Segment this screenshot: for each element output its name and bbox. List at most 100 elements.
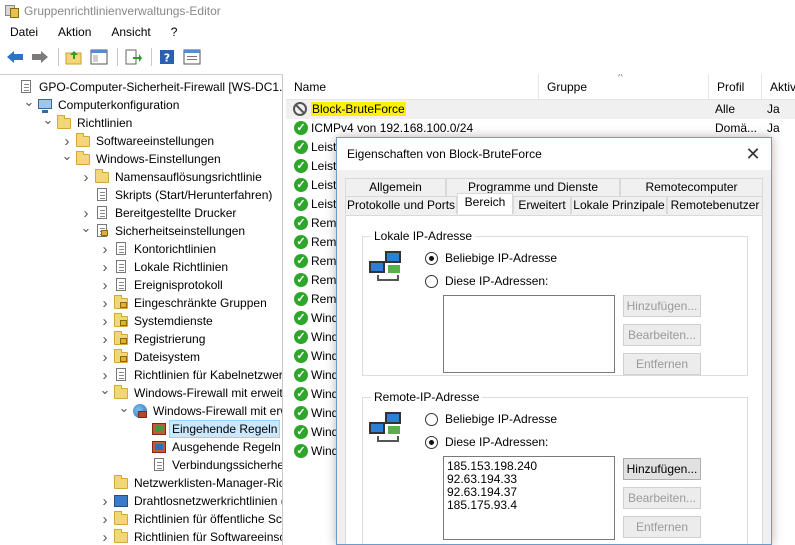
- chevron-right-icon[interactable]: ›: [99, 258, 111, 276]
- chevron-right-icon[interactable]: ›: [99, 276, 111, 294]
- chevron-right-icon[interactable]: ›: [99, 330, 111, 348]
- tree-node[interactable]: › Drahtlosnetzwerkrichtlinien (IE: [99, 492, 283, 510]
- tree-node[interactable]: ⌄ Sicherheitseinstellungen: [80, 219, 247, 240]
- tree-node[interactable]: › Lokale Richtlinien: [99, 258, 230, 276]
- chevron-right-icon[interactable]: ›: [99, 510, 111, 528]
- remote-ip-title: Remote-IP-Adresse: [371, 390, 483, 404]
- tree-node[interactable]: › Richtlinien für öffentliche Schl: [99, 510, 283, 528]
- local-ip-listbox[interactable]: [443, 295, 615, 373]
- chevron-right-icon[interactable]: ›: [99, 240, 111, 258]
- title-bar: Gruppenrichtlinienverwaltungs-Editor: [0, 0, 795, 22]
- show-tree-button[interactable]: [88, 46, 110, 68]
- chevron-right-icon[interactable]: ›: [80, 168, 92, 186]
- tab-erweitert[interactable]: Erweitert: [513, 196, 571, 214]
- radio-button[interactable]: [425, 435, 438, 449]
- local-edit-button[interactable]: Bearbeiten...: [623, 324, 701, 346]
- rule-name-text: Wind: [311, 368, 339, 382]
- tree-node[interactable]: ⌄ Windows-Einstellungen: [61, 147, 223, 168]
- menu-ansicht[interactable]: Ansicht: [101, 22, 160, 42]
- tree-node[interactable]: Eingehende Regeln: [137, 420, 281, 438]
- local-remove-button[interactable]: Entfernen: [623, 353, 701, 375]
- tab-remotecomputer[interactable]: Remotecomputer: [620, 178, 763, 196]
- tree-node[interactable]: › Systemdienste: [99, 312, 215, 330]
- console-tree[interactable]: GPO-Computer-Sicherheit-Firewall [WS-DC1…: [0, 74, 283, 545]
- window-title: Gruppenrichtlinienverwaltungs-Editor: [24, 4, 221, 18]
- allow-rule-icon: ✓: [294, 121, 308, 135]
- help-button[interactable]: ?: [156, 46, 178, 68]
- up-folder-button[interactable]: [63, 46, 85, 68]
- tab-bereich[interactable]: Bereich: [457, 193, 513, 214]
- tree-node-label: Ereignisprotokoll: [134, 278, 223, 292]
- forward-button[interactable]: [29, 46, 51, 68]
- chevron-right-icon[interactable]: ›: [99, 528, 111, 545]
- menu-aktion[interactable]: Aktion: [48, 22, 101, 42]
- column-group[interactable]: Gruppe: [539, 74, 709, 100]
- locked-folder-icon: [113, 349, 129, 365]
- tree-node[interactable]: Netzwerklisten-Manager-Richt: [99, 474, 282, 492]
- radio-button[interactable]: [425, 412, 438, 426]
- chevron-right-icon[interactable]: ›: [99, 348, 111, 366]
- tree-node[interactable]: Skripts (Start/Herunterfahren): [80, 186, 274, 204]
- remote-any-ip-radio[interactable]: Beliebige IP-Adresse: [425, 412, 557, 426]
- menu-help[interactable]: ?: [161, 22, 188, 42]
- allow-rule-icon: ✓: [294, 311, 308, 325]
- toolbar-separator: [117, 48, 118, 66]
- tab-protokolle-und-ports[interactable]: Protokolle und Ports: [345, 196, 457, 214]
- properties-button[interactable]: [181, 46, 203, 68]
- local-add-button[interactable]: Hinzufügen...: [623, 295, 701, 317]
- chevron-right-icon[interactable]: ›: [99, 492, 111, 510]
- remote-these-ip-radio[interactable]: Diese IP-Adressen:: [425, 435, 548, 449]
- export-icon: [125, 49, 142, 65]
- export-list-button[interactable]: [122, 46, 144, 68]
- tab-lokale-prinzipale[interactable]: Lokale Prinzipale: [571, 196, 667, 214]
- radio-button[interactable]: [425, 274, 438, 288]
- tree-node[interactable]: › Dateisystem: [99, 348, 202, 366]
- chevron-down-icon[interactable]: ⌄: [61, 147, 73, 165]
- tree-node[interactable]: ⌄ Richtlinien: [42, 111, 134, 132]
- tree-node[interactable]: › Namensauflösungsrichtlinie: [80, 168, 264, 186]
- tree-node[interactable]: Ausgehende Regeln: [137, 438, 282, 456]
- close-icon[interactable]: ✕: [743, 144, 763, 164]
- remote-remove-button[interactable]: Entfernen: [623, 516, 701, 538]
- local-these-ip-radio[interactable]: Diese IP-Adressen:: [425, 274, 548, 288]
- tree-node[interactable]: › Ereignisprotokoll: [99, 276, 225, 294]
- column-name[interactable]: Name: [286, 74, 539, 100]
- remote-edit-button[interactable]: Bearbeiten...: [623, 487, 701, 509]
- column-profile[interactable]: Profil: [709, 74, 762, 100]
- table-row[interactable]: ✓ ICMPv4 von 192.168.100.0/24 Domä... Ja: [286, 119, 795, 138]
- chevron-right-icon[interactable]: ›: [99, 312, 111, 330]
- remote-ip-listbox[interactable]: 185.153.198.240 92.63.194.33 92.63.194.37 1…: [443, 456, 615, 540]
- tree-node[interactable]: Verbindungssicherheits: [137, 456, 282, 474]
- ip-address-item[interactable]: 185.175.93.4: [447, 499, 611, 512]
- tree-node[interactable]: › Kontorichtlinien: [99, 240, 218, 258]
- folder-icon: [94, 169, 110, 185]
- chevron-right-icon[interactable]: ›: [99, 294, 111, 312]
- remote-add-button[interactable]: Hinzufügen...: [623, 458, 701, 480]
- table-row[interactable]: Block-BruteForce Alle Ja: [286, 100, 795, 119]
- chevron-down-icon[interactable]: ⌄: [99, 381, 111, 399]
- tree-node[interactable]: GPO-Computer-Sicherheit-Firewall [WS-DC1…: [4, 78, 282, 96]
- chevron-down-icon[interactable]: ⌄: [42, 111, 54, 129]
- tree-node-label: Ausgehende Regeln: [172, 440, 281, 454]
- local-any-ip-radio[interactable]: Beliebige IP-Adresse: [425, 251, 557, 265]
- tree-node[interactable]: › Bereitgestellte Drucker: [80, 204, 238, 222]
- tab-allgemein[interactable]: Allgemein: [345, 178, 446, 196]
- allow-rule-icon: ✓: [294, 387, 308, 401]
- chevron-down-icon[interactable]: ⌄: [118, 399, 130, 417]
- tree-node[interactable]: › Richtlinien für Kabelnetzwerke: [99, 366, 283, 384]
- column-active[interactable]: Aktiv: [762, 74, 795, 100]
- chevron-down-icon[interactable]: ⌄: [23, 93, 35, 111]
- tree-node[interactable]: › Softwareeinstellungen: [61, 132, 216, 150]
- radio-button[interactable]: [425, 251, 438, 265]
- tree-node[interactable]: › Registrierung: [99, 330, 207, 348]
- rule-name-text: ICMPv4 von 192.168.100.0/24: [311, 121, 474, 135]
- chevron-down-icon[interactable]: ⌄: [80, 219, 92, 237]
- tab-remotebenutzer[interactable]: Remotebenutzer: [667, 196, 763, 214]
- menu-datei[interactable]: Datei: [0, 22, 48, 42]
- tree-node[interactable]: ⌄ Windows-Firewall mit erwe: [118, 399, 282, 420]
- tree-node[interactable]: › Eingeschränkte Gruppen: [99, 294, 269, 312]
- tree-node[interactable]: › Richtlinien für Softwareeinschr: [99, 528, 283, 545]
- back-button[interactable]: [4, 46, 26, 68]
